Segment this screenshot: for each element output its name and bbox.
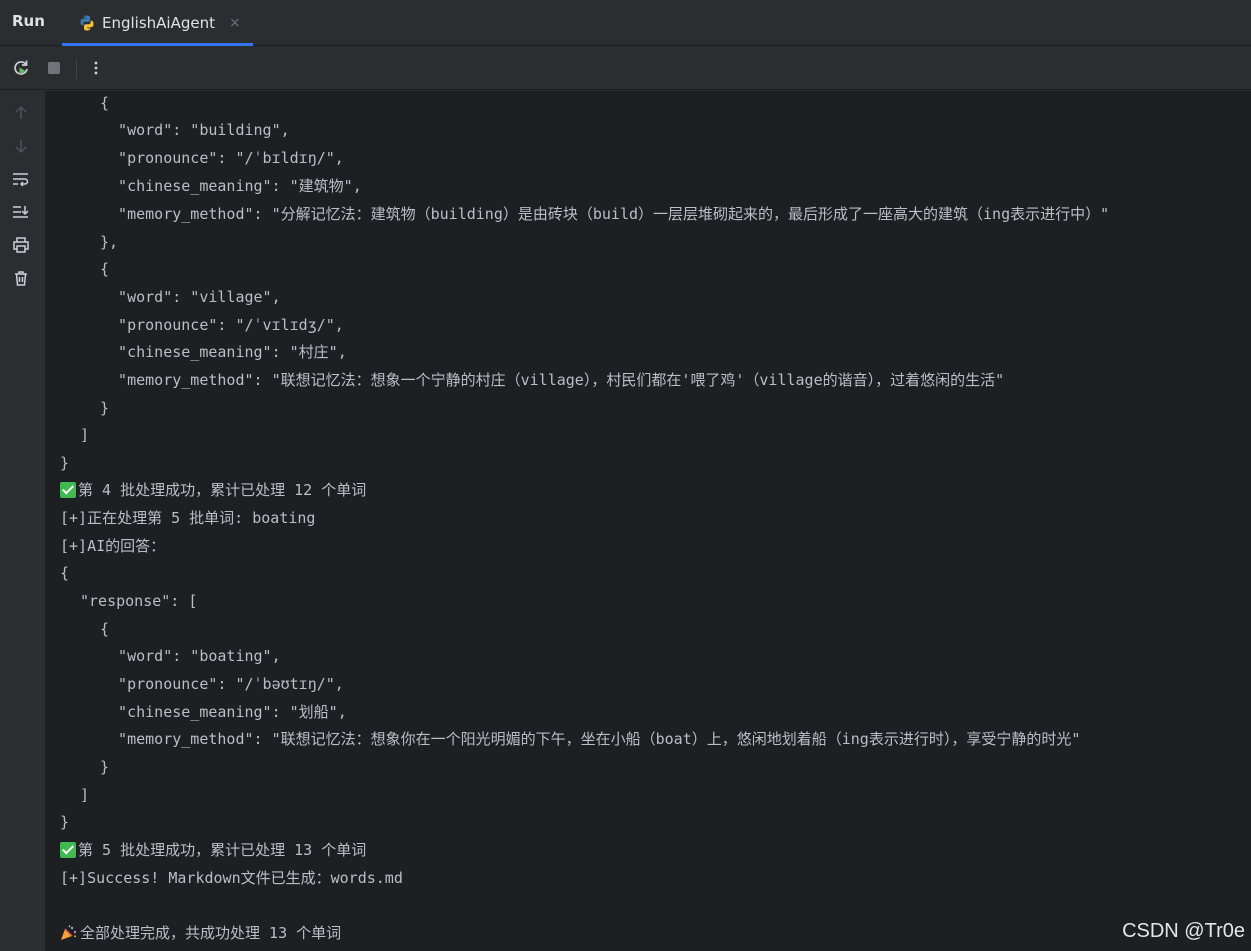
soft-wrap-button[interactable] [9, 167, 33, 191]
console-line-success: 第 5 批处理成功，累计已处理 13 个单词 [60, 838, 366, 862]
console-line: "pronounce": "/ˈvɪlɪdʒ/", [100, 316, 344, 334]
console-line: "memory_method": "联想记忆法：想象一个宁静的村庄（villag… [100, 371, 1005, 389]
console-line: } [60, 454, 70, 472]
rerun-icon [14, 60, 28, 75]
close-icon[interactable]: × [229, 15, 241, 31]
console-output[interactable]: { "word": "building", "pronounce": "/ˈbɪ… [46, 91, 1251, 951]
console-line-complete: 全部处理完成，共成功处理 13 个单词 [60, 921, 341, 945]
console-side-toolbar [0, 91, 46, 951]
tab-englishaiagent[interactable]: EnglishAiAgent × [62, 0, 253, 46]
check-mark-icon [60, 842, 76, 858]
stop-icon [48, 62, 60, 74]
active-tab-indicator [62, 43, 253, 46]
party-popper-icon [61, 925, 77, 940]
run-label: Run [12, 12, 45, 30]
rerun-button[interactable] [9, 56, 33, 80]
console-line: } [60, 813, 70, 831]
console-line: "word": "boating", [100, 647, 281, 665]
arrow-down-icon [15, 140, 27, 154]
console-line: { [100, 620, 110, 638]
arrow-up-icon [15, 105, 27, 119]
console-line: "pronounce": "/ˈbəʊtɪŋ/", [100, 675, 344, 693]
console-line: "memory_method": "分解记忆法：建筑物（building）是由砖… [100, 205, 1110, 223]
console-line: ] [80, 426, 90, 444]
console-line: "word": "building", [100, 121, 290, 139]
console-line: { [100, 260, 110, 278]
console-line: } [100, 758, 110, 776]
console-line: [+]AI的回答： [60, 537, 166, 555]
console-line: { [100, 94, 110, 112]
trash-icon [15, 271, 27, 286]
tool-window-header: Run EnglishAiAgent × [0, 0, 1251, 46]
next-occurrence-button[interactable] [9, 134, 33, 158]
tab-title: EnglishAiAgent [102, 14, 215, 32]
python-icon [80, 15, 94, 31]
run-toolbar [0, 47, 1251, 90]
print-button[interactable] [9, 233, 33, 257]
console-line: } [100, 399, 110, 417]
previous-occurrence-button[interactable] [9, 101, 33, 125]
console-line: }, [100, 233, 119, 251]
print-icon [13, 237, 29, 253]
console-line: { [60, 564, 70, 582]
soft-wrap-icon [13, 173, 29, 187]
console-line: "chinese_meaning": "村庄", [100, 343, 347, 361]
console-line: "chinese_meaning": "划船", [100, 703, 347, 721]
stop-button[interactable] [42, 56, 66, 80]
console-line: [+]正在处理第 5 批单词: boating [60, 509, 316, 527]
scroll-to-end-button[interactable] [9, 200, 33, 224]
console-line: "memory_method": "联想记忆法：想象你在一个阳光明媚的下午，坐在… [100, 730, 1081, 748]
clear-all-button[interactable] [9, 266, 33, 290]
console-line: "word": "village", [100, 288, 281, 306]
console-line: "chinese_meaning": "建筑物", [100, 177, 362, 195]
scroll-to-end-icon [13, 206, 29, 218]
console-line: "response": [ [80, 592, 198, 610]
console-line: [+]Success! Markdown文件已生成：words.md [60, 869, 403, 887]
more-options-icon [94, 61, 98, 75]
console-line-success: 第 4 批处理成功，累计已处理 12 个单词 [60, 478, 366, 502]
watermark: CSDN @Tr0e [1122, 920, 1245, 942]
console-line: ] [80, 786, 90, 804]
toolbar-separator [76, 59, 77, 79]
check-mark-icon [60, 482, 76, 498]
more-options-button[interactable] [84, 56, 108, 80]
console-line: "pronounce": "/ˈbɪldɪŋ/", [100, 149, 344, 167]
